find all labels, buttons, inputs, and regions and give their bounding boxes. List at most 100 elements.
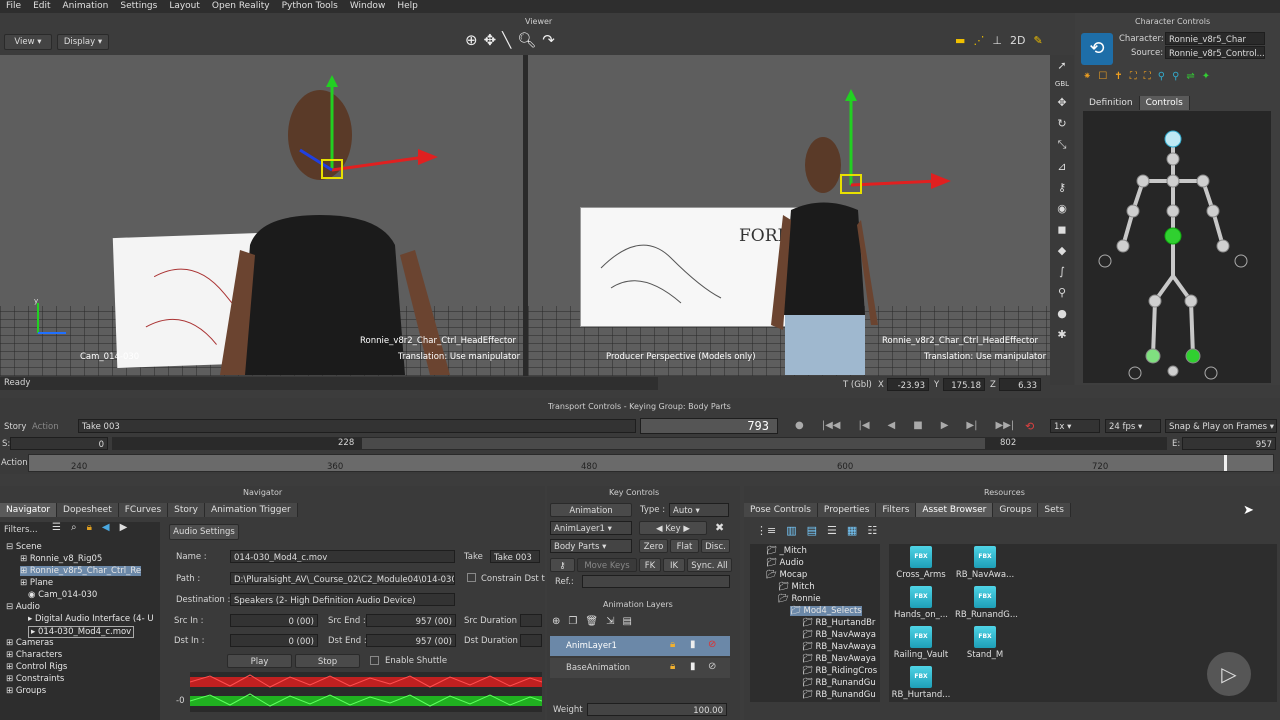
- record-icon[interactable]: ●: [795, 420, 804, 431]
- head-effector-manipulator-right[interactable]: [823, 85, 963, 195]
- ref-field[interactable]: [582, 575, 730, 588]
- curve-icon[interactable]: ∫: [1059, 265, 1065, 278]
- tab-dopesheet[interactable]: Dopesheet: [57, 503, 119, 517]
- tree-char-ctrl[interactable]: ⊞ Ronnie_v8r5_Char_Ctrl_Re: [20, 566, 142, 576]
- character-select[interactable]: Ronnie_v8r5_Char: [1165, 32, 1265, 45]
- base-mute-icon[interactable]: ⊘: [708, 661, 716, 672]
- speed-select[interactable]: 1x ▾: [1050, 419, 1100, 433]
- tree-characters[interactable]: ⊞ Characters: [6, 650, 62, 660]
- take-select[interactable]: Take 003: [78, 419, 636, 433]
- src-duration-field[interactable]: [520, 614, 542, 627]
- folder-mocap[interactable]: 📂︎ Mocap: [766, 570, 807, 580]
- base-lock-icon[interactable]: 🔒︎: [670, 661, 675, 672]
- tab-properties[interactable]: Properties: [817, 503, 877, 517]
- menu-edit[interactable]: Edit: [27, 0, 56, 13]
- folder-mitch-root[interactable]: 📁︎ _Mitch: [766, 546, 807, 556]
- layer-select[interactable]: AnimLayer1 ▾: [550, 521, 632, 535]
- menu-settings[interactable]: Settings: [114, 0, 163, 13]
- z-field[interactable]: 6.33: [999, 378, 1041, 391]
- pencil-icon[interactable]: ✎: [1033, 34, 1042, 47]
- line-tool-icon[interactable]: ╲: [502, 31, 511, 49]
- tab-controls[interactable]: Controls: [1139, 96, 1190, 110]
- tree-audio-clip[interactable]: ▸ 014-030_Mod4_c.mov: [28, 626, 135, 638]
- folder-audio[interactable]: 📁︎ Audio: [766, 558, 804, 568]
- play-icon[interactable]: ▶: [941, 420, 949, 431]
- pin-icon[interactable]: ⚲: [1058, 286, 1066, 299]
- next-key-icon[interactable]: ▶|: [966, 420, 977, 431]
- menu-open-reality[interactable]: Open Reality: [206, 0, 276, 13]
- zoom-tool-icon[interactable]: 🔍︎: [517, 31, 536, 49]
- shape-icon[interactable]: ◆: [1058, 244, 1066, 257]
- tab-story[interactable]: Story: [168, 503, 205, 517]
- folder-rb-hurtandbr[interactable]: 📁︎ RB_HurtandBr: [802, 618, 875, 628]
- dst-end-field[interactable]: 957 (00): [366, 634, 456, 647]
- zoom-slider-range[interactable]: [362, 438, 985, 449]
- menu-window[interactable]: Window: [344, 0, 392, 13]
- fk-button[interactable]: FK: [639, 558, 661, 572]
- select-arrow-icon[interactable]: ➚: [1057, 59, 1066, 72]
- prev-key-icon[interactable]: |◀: [858, 420, 869, 431]
- x-field[interactable]: -23.93: [887, 378, 929, 391]
- tree-scene[interactable]: ⊟ Scene: [6, 542, 42, 552]
- asset-stand-m[interactable]: FBX Stand_M: [955, 626, 1015, 660]
- menu-animation[interactable]: Animation: [57, 0, 115, 13]
- duplicate-layer-icon[interactable]: ❐: [568, 616, 577, 627]
- asset-rb-navawa[interactable]: FBX RB_NavAwa...: [955, 546, 1015, 580]
- tab-groups[interactable]: Groups: [993, 503, 1039, 517]
- tab-definition[interactable]: Definition: [1083, 96, 1140, 110]
- stop-button[interactable]: Stop: [295, 654, 360, 668]
- pivot-icon[interactable]: ⊿: [1057, 160, 1066, 173]
- base-solo-icon[interactable]: ▮: [690, 661, 696, 672]
- tab-fcurves[interactable]: FCurves: [118, 503, 169, 517]
- rotate-icon[interactable]: ↻: [1057, 117, 1066, 130]
- points-icon[interactable]: ⋰: [973, 34, 984, 47]
- sphere-icon[interactable]: ●: [1057, 307, 1067, 320]
- folder-rb-navawaya-3[interactable]: 📁︎ RB_NavAwaya: [802, 654, 876, 664]
- display-button[interactable]: Display ▾: [57, 34, 109, 50]
- right-viewport[interactable]: FORE Producer Perspective (Models only) …: [528, 55, 1050, 376]
- tab-navigator[interactable]: Navigator: [0, 503, 58, 517]
- camera-icon[interactable]: ◉: [1057, 202, 1067, 215]
- menu-python-tools[interactable]: Python Tools: [276, 0, 344, 13]
- audio-settings-tab[interactable]: Audio Settings: [169, 524, 239, 540]
- tree-view-icon[interactable]: ⋮≡: [756, 524, 776, 537]
- move-keys-button[interactable]: Move Keys: [577, 558, 637, 572]
- body-parts-select[interactable]: Body Parts ▾: [550, 539, 632, 553]
- tab-animation-trigger[interactable]: Animation Trigger: [204, 503, 298, 517]
- src-end-field[interactable]: 957 (00): [366, 614, 456, 627]
- start-field[interactable]: 0: [10, 437, 108, 450]
- joint-icon[interactable]: ✱: [1057, 328, 1066, 341]
- asset-cross-arms[interactable]: FBX Cross_Arms: [891, 546, 951, 580]
- disc-button[interactable]: Disc.: [701, 539, 730, 553]
- tree-audio-device[interactable]: ▸ Digital Audio Interface (4- U: [28, 614, 154, 624]
- mirror-icon[interactable]: ⇌: [1186, 71, 1194, 82]
- rotate-tool-icon[interactable]: ↷: [542, 31, 555, 49]
- stop-icon[interactable]: ■: [913, 420, 922, 431]
- shuttle-checkbox[interactable]: [370, 656, 379, 665]
- filters-button[interactable]: Filters...: [4, 525, 38, 535]
- layer-options-icon[interactable]: ▤: [622, 616, 631, 627]
- tab-pose-controls[interactable]: Pose Controls: [744, 503, 818, 517]
- tree-control-rigs[interactable]: ⊞ Control Rigs: [6, 662, 67, 672]
- folder-rb-runandgu-2[interactable]: 📁︎ RB_RunandGu: [802, 690, 876, 700]
- delete-layer-icon[interactable]: 🗑︎: [585, 616, 598, 627]
- detail-view-icon[interactable]: ☷: [867, 524, 877, 537]
- folder-ronnie[interactable]: 📂︎ Ronnie: [778, 594, 821, 604]
- stance-icon[interactable]: ✝: [1114, 71, 1122, 82]
- asset-rb-hurtand[interactable]: FBX RB_Hurtand...: [891, 666, 951, 700]
- playhead[interactable]: [1224, 455, 1227, 471]
- sync-all-button[interactable]: Sync. All ▾: [687, 558, 732, 585]
- tab-sets[interactable]: Sets: [1038, 503, 1071, 517]
- action-mode-label[interactable]: Action: [32, 422, 59, 432]
- menu-layout[interactable]: Layout: [163, 0, 206, 13]
- key-link-icon[interactable]: ⚷: [550, 558, 575, 572]
- pin-r-icon[interactable]: ⚲: [1172, 71, 1179, 82]
- audio-waveform[interactable]: [189, 672, 543, 712]
- full-body-icon[interactable]: ✦: [1202, 71, 1210, 82]
- path-field[interactable]: D:\Pluralsight_AV\_Course_02\C2_Module04…: [230, 572, 455, 585]
- axes-icon[interactable]: ⊥: [992, 34, 1002, 47]
- key-button[interactable]: ◀ Key ▶: [639, 521, 707, 535]
- goto-start-icon[interactable]: |◀◀: [822, 420, 841, 431]
- frame-counter[interactable]: 793: [640, 418, 778, 434]
- folder-mod4-selects[interactable]: 📁︎ Mod4_Selects: [790, 606, 862, 616]
